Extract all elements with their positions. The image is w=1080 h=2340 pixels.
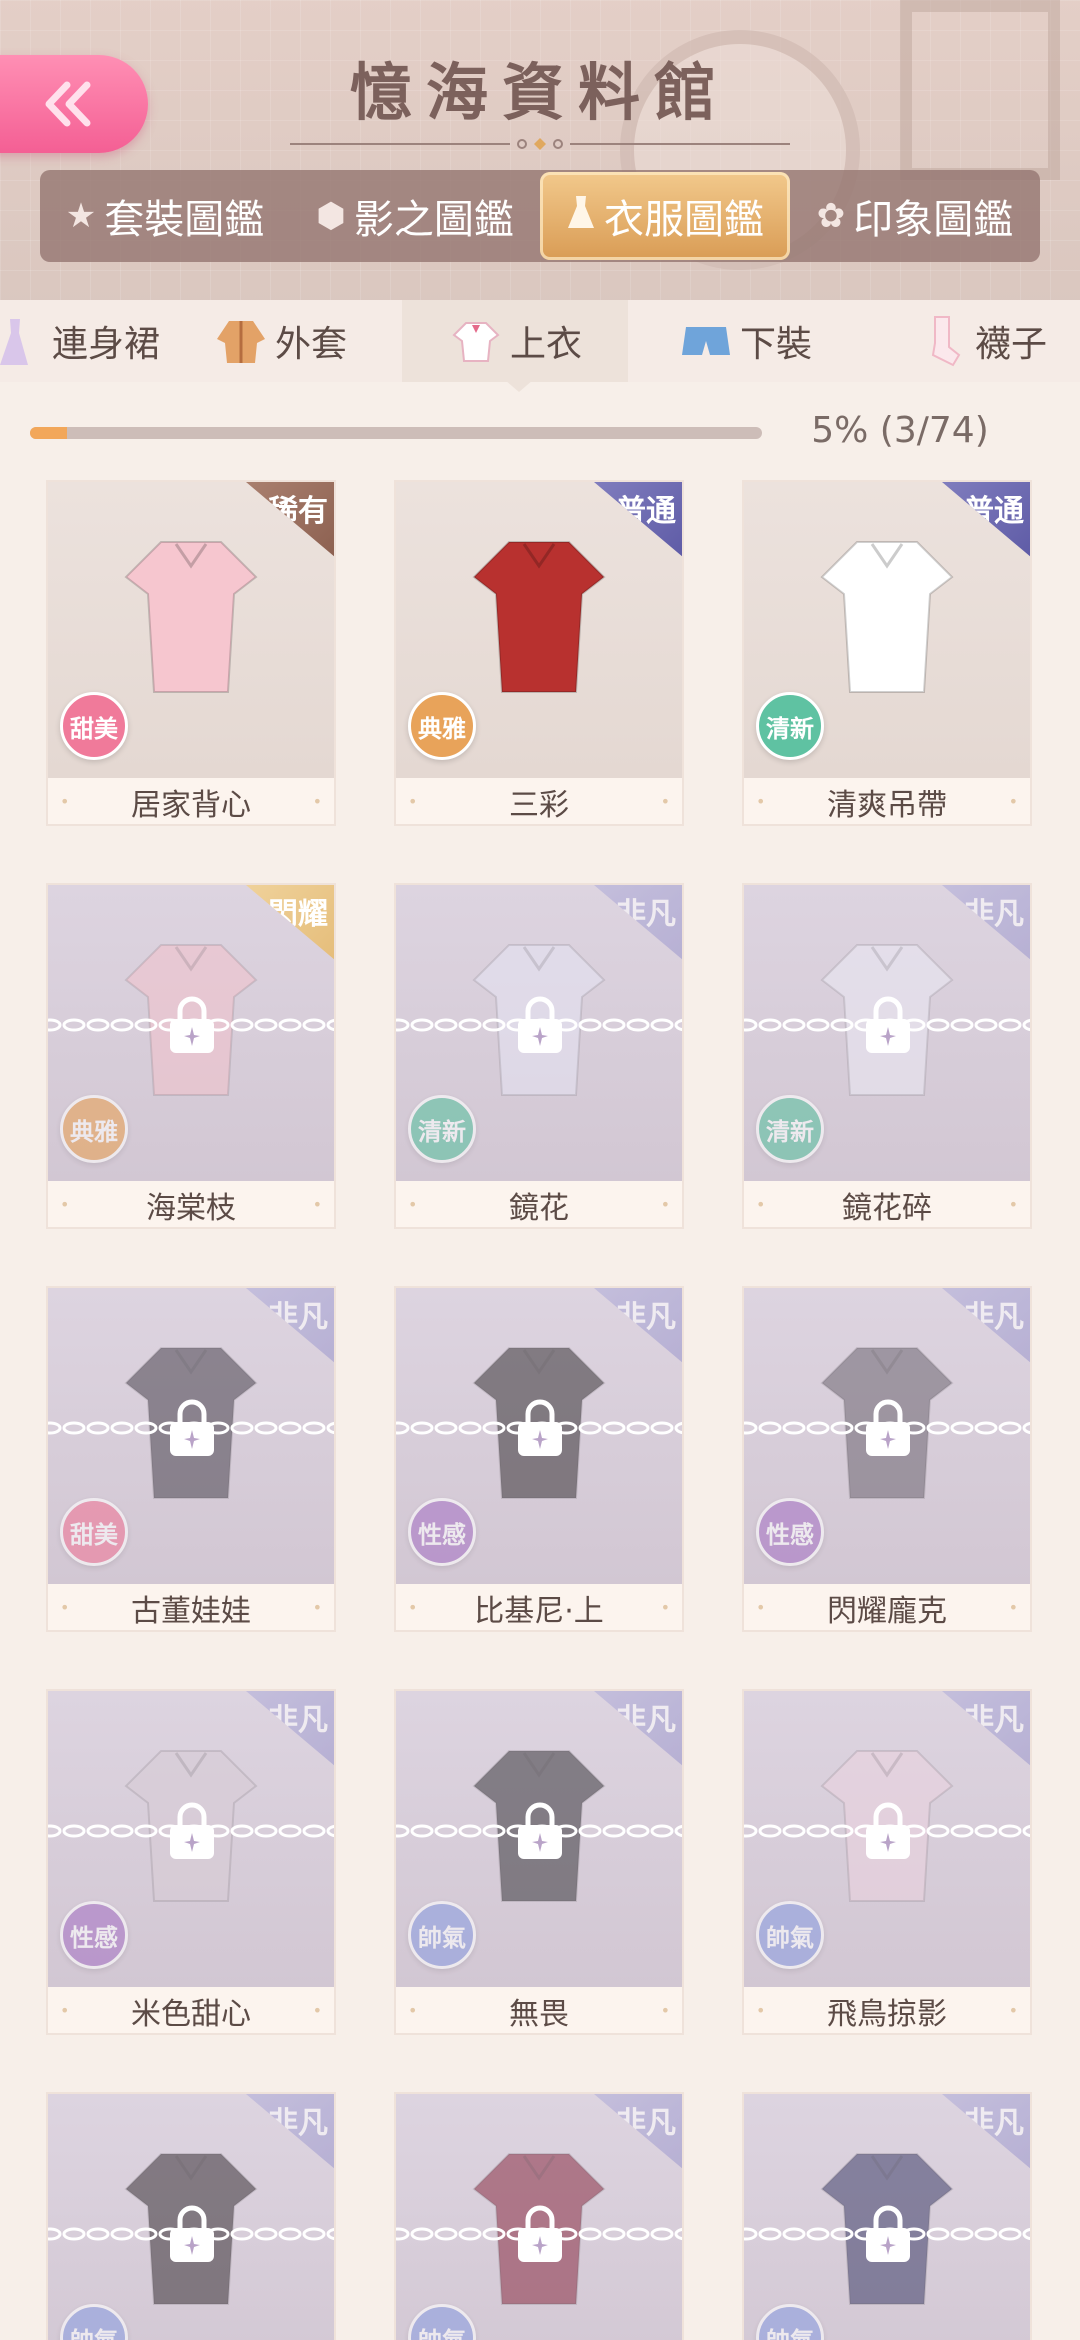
style-badge: 甜美	[60, 1498, 128, 1566]
style-badge: 典雅	[408, 692, 476, 760]
lock-icon	[518, 2205, 562, 2262]
item-name: 三彩	[396, 778, 682, 824]
clothing-image	[820, 541, 954, 693]
lock-icon	[518, 1399, 562, 1456]
item-card[interactable]: 非凡帥氣無畏	[394, 1689, 684, 2035]
category-label: 外套	[274, 324, 347, 365]
active-tab-indicator	[505, 380, 533, 392]
style-badge: 帥氣	[408, 1901, 476, 1969]
item-card[interactable]: 普通清新清爽吊帶	[742, 480, 1032, 826]
main-tabs: ★ 套裝圖鑑 ⬢ 影之圖鑑 衣服圖鑑 ✿ 印象圖鑑	[40, 170, 1040, 262]
lock-icon	[518, 996, 562, 1053]
lock-icon	[170, 1802, 214, 1859]
item-name: 居家背心	[48, 778, 334, 824]
item-card[interactable]: 閃耀典雅海棠枝	[46, 883, 336, 1229]
lock-icon	[866, 2205, 910, 2262]
tab-label: 印象圖鑑	[853, 197, 1014, 243]
tab-label: 衣服圖鑑	[604, 197, 764, 243]
category-label: 上衣	[509, 324, 582, 365]
style-badge: 性感	[756, 1498, 824, 1566]
lock-icon	[170, 1399, 214, 1456]
item-card[interactable]: 非凡帥氣飛鳥掠影	[742, 1689, 1032, 2035]
style-badge: 甜美	[60, 692, 128, 760]
lock-icon	[170, 996, 214, 1053]
jacket-icon	[216, 321, 265, 363]
shirt-icon	[452, 322, 500, 362]
tab-label: 影之圖鑑	[353, 197, 514, 243]
hexagon-icon: ⬢	[316, 196, 346, 236]
dress-icon	[0, 319, 28, 365]
item-name: 米色甜心	[48, 1987, 334, 2033]
item-card[interactable]: 非凡性感閃耀龐克	[742, 1286, 1032, 1632]
style-badge: 性感	[408, 1498, 476, 1566]
title-ornament	[290, 138, 790, 150]
category-label: 下裝	[739, 324, 812, 365]
category-label: 連身裙	[52, 324, 161, 365]
category-tabs: 連身裙 外套 上衣 下裝 襪子	[0, 300, 1080, 382]
item-name: 清爽吊帶	[744, 778, 1030, 824]
tab-label: 套裝圖鑑	[104, 197, 265, 243]
item-name: 鏡花	[396, 1181, 682, 1227]
clothing-image	[472, 541, 606, 693]
item-name: 閃耀龐克	[744, 1584, 1030, 1630]
item-card[interactable]: 非凡甜美古董娃娃	[46, 1286, 336, 1632]
category-tab-socks[interactable]: 襪子	[900, 300, 1060, 382]
sock-icon	[931, 316, 961, 367]
item-name: 比基尼·上	[396, 1584, 682, 1630]
item-card[interactable]: 非凡清新鏡花	[394, 883, 684, 1229]
lock-icon	[866, 1802, 910, 1859]
category-tab-bottom[interactable]: 下裝	[665, 300, 825, 382]
clothing-image	[124, 541, 258, 693]
tab-clothes-collection[interactable]: 衣服圖鑑	[540, 172, 790, 260]
item-name: 海棠枝	[48, 1181, 334, 1227]
page-title: 憶海資料館	[349, 56, 730, 129]
item-card[interactable]: 非凡帥氣	[742, 2092, 1032, 2340]
item-card[interactable]: 非凡帥氣	[394, 2092, 684, 2340]
tab-shadow-collection[interactable]: ⬢ 影之圖鑑	[290, 170, 540, 262]
style-badge: 清新	[756, 692, 824, 760]
item-card[interactable]: 非凡帥氣	[46, 2092, 336, 2340]
item-name: 古董娃娃	[48, 1584, 334, 1630]
tab-set-collection[interactable]: ★ 套裝圖鑑	[40, 170, 290, 262]
item-card[interactable]: 非凡性感比基尼·上	[394, 1286, 684, 1632]
lock-icon	[518, 1802, 562, 1859]
style-badge: 清新	[408, 1095, 476, 1163]
item-card[interactable]: 非凡性感米色甜心	[46, 1689, 336, 2035]
style-badge: 典雅	[60, 1095, 128, 1163]
category-tab-top[interactable]: 上衣	[402, 300, 628, 382]
flower-icon: ✿	[816, 196, 846, 236]
header: 憶海資料館 ★ 套裝圖鑑 ⬢ 影之圖鑑 衣服圖鑑 ✿ 印象圖鑑	[0, 0, 1080, 300]
category-tab-dress[interactable]: 連身裙	[0, 300, 160, 382]
collection-progress-bar	[30, 427, 762, 439]
item-card[interactable]: 稀有甜美居家背心	[46, 480, 336, 826]
item-name: 鏡花碎	[744, 1181, 1030, 1227]
item-name: 無畏	[396, 1987, 682, 2033]
item-name: 飛鳥掠影	[744, 1987, 1030, 2033]
style-badge: 性感	[60, 1901, 128, 1969]
item-card[interactable]: 普通典雅三彩	[394, 480, 684, 826]
item-card[interactable]: 非凡清新鏡花碎	[742, 883, 1032, 1229]
lock-icon	[866, 1399, 910, 1456]
lock-icon	[866, 996, 910, 1053]
shorts-icon	[681, 327, 730, 355]
dress-icon	[566, 194, 596, 239]
tab-impression-collection[interactable]: ✿ 印象圖鑑	[790, 170, 1040, 262]
category-label: 襪子	[974, 324, 1047, 365]
category-tab-coat[interactable]: 外套	[200, 300, 360, 382]
collection-progress-text: 5% (3/74)	[811, 410, 989, 451]
progress-fill	[30, 427, 67, 439]
lock-icon	[170, 2205, 214, 2262]
star-icon: ★	[65, 196, 97, 236]
style-badge: 清新	[756, 1095, 824, 1163]
style-badge: 帥氣	[756, 1901, 824, 1969]
item-grid: 稀有甜美居家背心普通典雅三彩普通清新清爽吊帶閃耀典雅海棠枝非凡清新鏡花非凡清新鏡…	[46, 480, 1046, 2340]
